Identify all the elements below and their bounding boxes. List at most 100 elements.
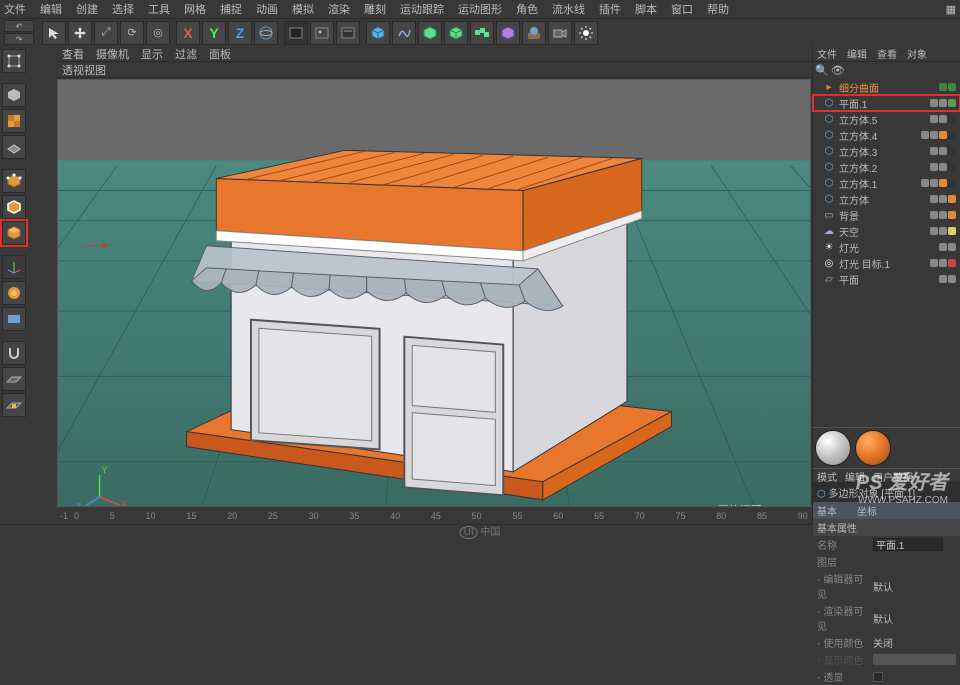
menu-mograph[interactable]: 运动图形: [458, 1, 502, 17]
locked-workplane-icon[interactable]: [2, 393, 26, 417]
add-camera-icon[interactable]: [548, 21, 572, 45]
menu-window[interactable]: 窗口: [671, 1, 693, 17]
z-axis-lock[interactable]: Z: [228, 21, 252, 45]
material-swatch-2[interactable]: [855, 430, 891, 466]
attr-name-input[interactable]: [873, 538, 943, 551]
obj-item-background[interactable]: ▭背景: [813, 207, 960, 223]
add-spline-icon[interactable]: [392, 21, 416, 45]
object-list: ▸细分曲面 ⬡平面.1 ⬡立方体.5 ⬡立方体.4 ⬡立方体.3 ⬡立方体.2 …: [813, 79, 960, 287]
workplane-mode-icon[interactable]: [2, 135, 26, 159]
edge-mode-icon[interactable]: [2, 195, 26, 219]
viewport-solo-icon[interactable]: [2, 307, 26, 331]
menu-pipeline[interactable]: 流水线: [552, 1, 585, 17]
om-search-icon[interactable]: 🔍: [815, 64, 829, 77]
attr-tab-userdata[interactable]: 用户数据: [873, 469, 913, 482]
snap-enable-icon[interactable]: [2, 341, 26, 365]
view-tab-cameras[interactable]: 摄像机: [96, 46, 129, 62]
om-eye-icon[interactable]: 👁: [831, 64, 845, 77]
obj-item-cube3[interactable]: ⬡立方体.3: [813, 143, 960, 159]
om-tab-view[interactable]: 查看: [877, 46, 897, 61]
move-icon[interactable]: [68, 21, 92, 45]
menu-mesh[interactable]: 网格: [184, 1, 206, 17]
menu-render[interactable]: 渲染: [328, 1, 350, 17]
recent-tool-icon[interactable]: ◎: [146, 21, 170, 45]
attr-object-title: ⬡ 多边形对象 [平面.1]: [813, 483, 960, 502]
view-tab-view[interactable]: 查看: [62, 46, 84, 62]
attr-subtab-basic[interactable]: 基本: [817, 503, 837, 518]
menu-tracking[interactable]: 运动跟踪: [400, 1, 444, 17]
redo-button[interactable]: ↷: [4, 33, 34, 45]
view-tab-display[interactable]: 显示: [141, 46, 163, 62]
scale-icon[interactable]: ⤢: [94, 21, 118, 45]
menu-create[interactable]: 创建: [76, 1, 98, 17]
attr-tab-mode[interactable]: 模式: [817, 469, 837, 482]
menu-snap[interactable]: 捕捉: [220, 1, 242, 17]
perspective-viewport[interactable]: Y X Z 网格间距: 100 cm: [57, 79, 811, 523]
layout-icon[interactable]: ▦: [946, 3, 956, 16]
menu-tools[interactable]: 工具: [148, 1, 170, 17]
menu-animate[interactable]: 动画: [256, 1, 278, 17]
workplane-snap-icon[interactable]: [2, 367, 26, 391]
obj-item-cube4[interactable]: ⬡立方体.4: [813, 127, 960, 143]
add-array-icon[interactable]: [470, 21, 494, 45]
om-tab-objects[interactable]: 对象: [907, 46, 927, 61]
obj-item-plane[interactable]: ▱平面: [813, 271, 960, 287]
menu-sculpt[interactable]: 雕刻: [364, 1, 386, 17]
om-tab-file[interactable]: 文件: [817, 46, 837, 61]
material-manager[interactable]: [813, 427, 960, 469]
view-tab-filter[interactable]: 过滤: [175, 46, 197, 62]
undo-button[interactable]: ↶: [4, 20, 34, 32]
render-picture-icon[interactable]: [310, 21, 334, 45]
add-environment-icon[interactable]: [522, 21, 546, 45]
add-deformer-icon[interactable]: [496, 21, 520, 45]
model-mode-icon[interactable]: [2, 83, 26, 107]
tweak-mode-icon[interactable]: [2, 281, 26, 305]
menu-file[interactable]: 文件: [4, 1, 26, 17]
attr-editor-vis[interactable]: 默认: [873, 579, 956, 594]
render-settings-icon[interactable]: [336, 21, 360, 45]
add-subdiv-icon[interactable]: [444, 21, 468, 45]
om-tab-edit[interactable]: 编辑: [847, 46, 867, 61]
obj-item-light-target[interactable]: ◎灯光 目标.1: [813, 255, 960, 271]
obj-item-sky[interactable]: ☁天空: [813, 223, 960, 239]
attr-subtab-coord[interactable]: 坐标: [857, 503, 877, 518]
attr-displaycolor: [873, 654, 956, 665]
point-mode-icon[interactable]: [2, 169, 26, 193]
menu-help[interactable]: 帮助: [707, 1, 729, 17]
obj-item-cube5[interactable]: ⬡立方体.5: [813, 111, 960, 127]
coord-system-icon[interactable]: [254, 21, 278, 45]
add-light-icon[interactable]: [574, 21, 598, 45]
obj-item-cube[interactable]: ⬡立方体: [813, 191, 960, 207]
menu-character[interactable]: 角色: [516, 1, 538, 17]
menu-simulate[interactable]: 模拟: [292, 1, 314, 17]
polygon-mode-icon[interactable]: [2, 221, 26, 245]
viewport-menu: 查看 摄像机 显示 过滤 面板: [56, 46, 812, 62]
view-tab-panel[interactable]: 面板: [209, 46, 231, 62]
x-axis-lock[interactable]: X: [176, 21, 200, 45]
material-swatch-1[interactable]: [815, 430, 851, 466]
rotate-icon[interactable]: ⟳: [120, 21, 144, 45]
render-view-icon[interactable]: [284, 21, 308, 45]
attr-render-vis[interactable]: 默认: [873, 611, 956, 626]
attr-xray-checkbox[interactable]: [873, 672, 883, 682]
make-editable-icon[interactable]: [2, 49, 26, 73]
attr-usecolor[interactable]: 关闭: [873, 635, 956, 650]
attr-tab-edit[interactable]: 编辑: [845, 469, 865, 482]
live-select-icon[interactable]: [42, 21, 66, 45]
menu-script[interactable]: 脚本: [635, 1, 657, 17]
obj-item-cube1[interactable]: ⬡立方体.1: [813, 175, 960, 191]
timeline[interactable]: -1 0510 152025 303540 455055 606570 7580…: [56, 506, 812, 524]
menu-select[interactable]: 选择: [112, 1, 134, 17]
object-manager-tabs: 文件 编辑 查看 对象: [813, 46, 960, 62]
axis-mode-icon[interactable]: [2, 255, 26, 279]
add-cube-icon[interactable]: [366, 21, 390, 45]
y-axis-lock[interactable]: Y: [202, 21, 226, 45]
menu-plugins[interactable]: 插件: [599, 1, 621, 17]
obj-item-cube2[interactable]: ⬡立方体.2: [813, 159, 960, 175]
menu-edit[interactable]: 编辑: [40, 1, 62, 17]
texture-mode-icon[interactable]: [2, 109, 26, 133]
obj-item-plane1[interactable]: ⬡平面.1: [813, 95, 960, 111]
add-generator-icon[interactable]: [418, 21, 442, 45]
obj-item-subdiv[interactable]: ▸细分曲面: [813, 79, 960, 95]
obj-item-light[interactable]: ☀灯光: [813, 239, 960, 255]
